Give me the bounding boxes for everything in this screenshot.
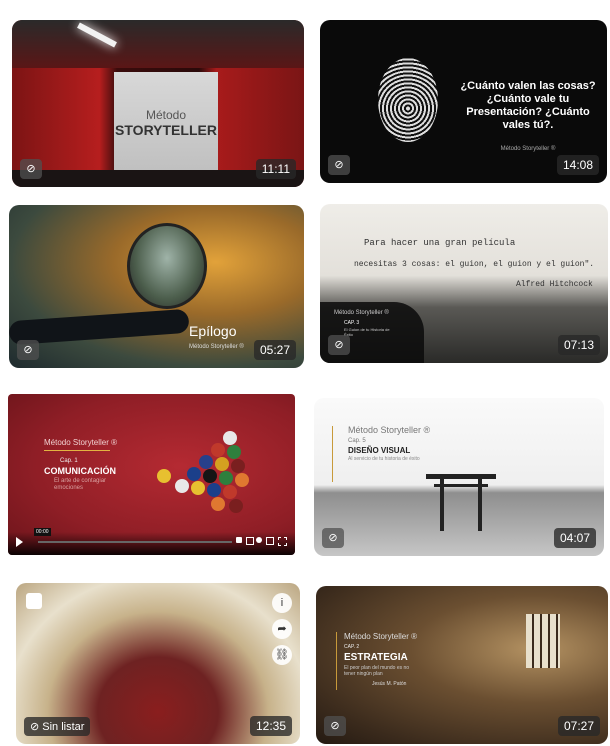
duration-badge: 05:27	[253, 340, 296, 360]
chapter-title: ESTRATEGIA	[344, 652, 408, 663]
chapter-label: CAP. 2	[344, 644, 360, 650]
video-title: Epílogo	[189, 323, 237, 339]
video-card-4[interactable]: Para hacer una gran película necesitas 3…	[320, 204, 608, 363]
video-card-3[interactable]: Epílogo Método Storyteller ® ⊘ 05:27	[9, 205, 304, 368]
mirror-graphic	[127, 223, 207, 309]
chapter-label: Cap. 5	[348, 438, 366, 444]
billiard-balls-graphic	[157, 431, 249, 513]
eye-slash-icon: ⊘	[322, 528, 344, 548]
duration-badge: 07:13	[557, 335, 600, 355]
brand-text: Método Storyteller ®	[189, 344, 244, 350]
eye-slash-icon: ⊘	[328, 155, 350, 175]
brand-text: Método Storyteller ®	[344, 632, 418, 641]
fullscreen-icon[interactable]	[278, 537, 287, 546]
eye-slash-icon: ⊘	[328, 335, 350, 355]
brand-text: Método Storyteller ®	[44, 438, 118, 447]
miniplayer-icon[interactable]	[266, 537, 274, 545]
author-text: Jesús M. Patón	[372, 681, 407, 687]
accent-line	[332, 426, 333, 482]
info-icon[interactable]: i	[272, 593, 292, 613]
duration-badge: 04:07	[553, 528, 596, 548]
brand-main: STORYTELLER	[115, 122, 217, 138]
duration-badge: 11:11	[255, 159, 296, 179]
chapter-subtitle: El arte de contagiar emociones	[54, 478, 107, 491]
progress-bar[interactable]	[38, 541, 232, 543]
share-icon[interactable]: ➦	[272, 619, 292, 639]
link-icon[interactable]: ⛓	[272, 645, 292, 665]
accent-line	[336, 632, 337, 690]
chapter-subtitle: El Guion de tu Historia de Éxito	[344, 327, 390, 337]
time-tooltip: 00:00	[34, 528, 51, 536]
thumbnail-ceiling	[12, 20, 304, 68]
play-icon[interactable]	[16, 537, 23, 547]
video-card-2[interactable]: ¿Cuánto valen las cosas? ¿Cuánto vale tu…	[320, 20, 607, 183]
torii-graphic	[426, 474, 496, 536]
brand-text: Método Storyteller ®	[348, 425, 431, 435]
status-text: Sin listar	[42, 721, 85, 733]
quote-author: Alfred Hitchcock	[516, 280, 593, 289]
status-badge: ⊘ Sin listar	[24, 717, 91, 736]
chapter-subtitle: Al servicio de tu historia de éxito	[348, 456, 420, 462]
eye-slash-icon: ⊘	[20, 159, 42, 179]
eye-slash-icon: ⊘	[30, 721, 40, 733]
fingerprint-icon	[378, 58, 438, 142]
brand-top: Método	[145, 108, 187, 122]
captions-icon[interactable]	[246, 537, 254, 545]
chapter-subtitle: El peor plan del mundo es no tener ningú…	[344, 665, 410, 677]
window-graphic	[526, 614, 560, 668]
quote-line-2: necesitas 3 cosas: el guion, el guion y …	[354, 260, 595, 269]
duration-badge: 12:35	[249, 716, 292, 736]
video-card-5[interactable]: Método Storyteller ® Cap. 1 COMUNICACIÓN…	[8, 394, 295, 555]
duration-badge: 07:27	[557, 716, 600, 736]
volume-icon[interactable]	[236, 537, 242, 543]
video-card-8[interactable]: Método Storyteller ® CAP. 2 ESTRATEGIA E…	[316, 586, 608, 744]
quote-line-1: Para hacer una gran película	[364, 238, 516, 248]
chapter-label: CAP. 3	[344, 320, 360, 326]
brand-text: Método Storyteller ®	[334, 310, 389, 316]
settings-icon[interactable]	[256, 537, 262, 543]
duration-badge: 14:08	[556, 155, 599, 175]
brand-text: Método Storyteller ®	[500, 146, 556, 152]
checkbox[interactable]	[26, 593, 42, 609]
question-text: ¿Cuánto valen las cosas? ¿Cuánto vale tu…	[460, 80, 596, 131]
chapter-title: COMUNICACIÓN	[44, 466, 116, 476]
accent-line	[44, 450, 110, 451]
eye-slash-icon: ⊘	[17, 340, 39, 360]
chapter-label: Cap. 1	[60, 458, 78, 464]
player-controls: 00:00	[8, 528, 295, 555]
video-card-1[interactable]: Método STORYTELLER ⊘ 11:11	[12, 20, 304, 187]
video-card-7[interactable]: i ➦ ⛓ ⊘ Sin listar 12:35	[16, 583, 300, 744]
video-card-6[interactable]: Método Storyteller ® Cap. 5 DISEÑO VISUA…	[314, 398, 604, 556]
eye-slash-icon: ⊘	[324, 716, 346, 736]
chapter-title: DISEÑO VISUAL	[348, 446, 411, 455]
